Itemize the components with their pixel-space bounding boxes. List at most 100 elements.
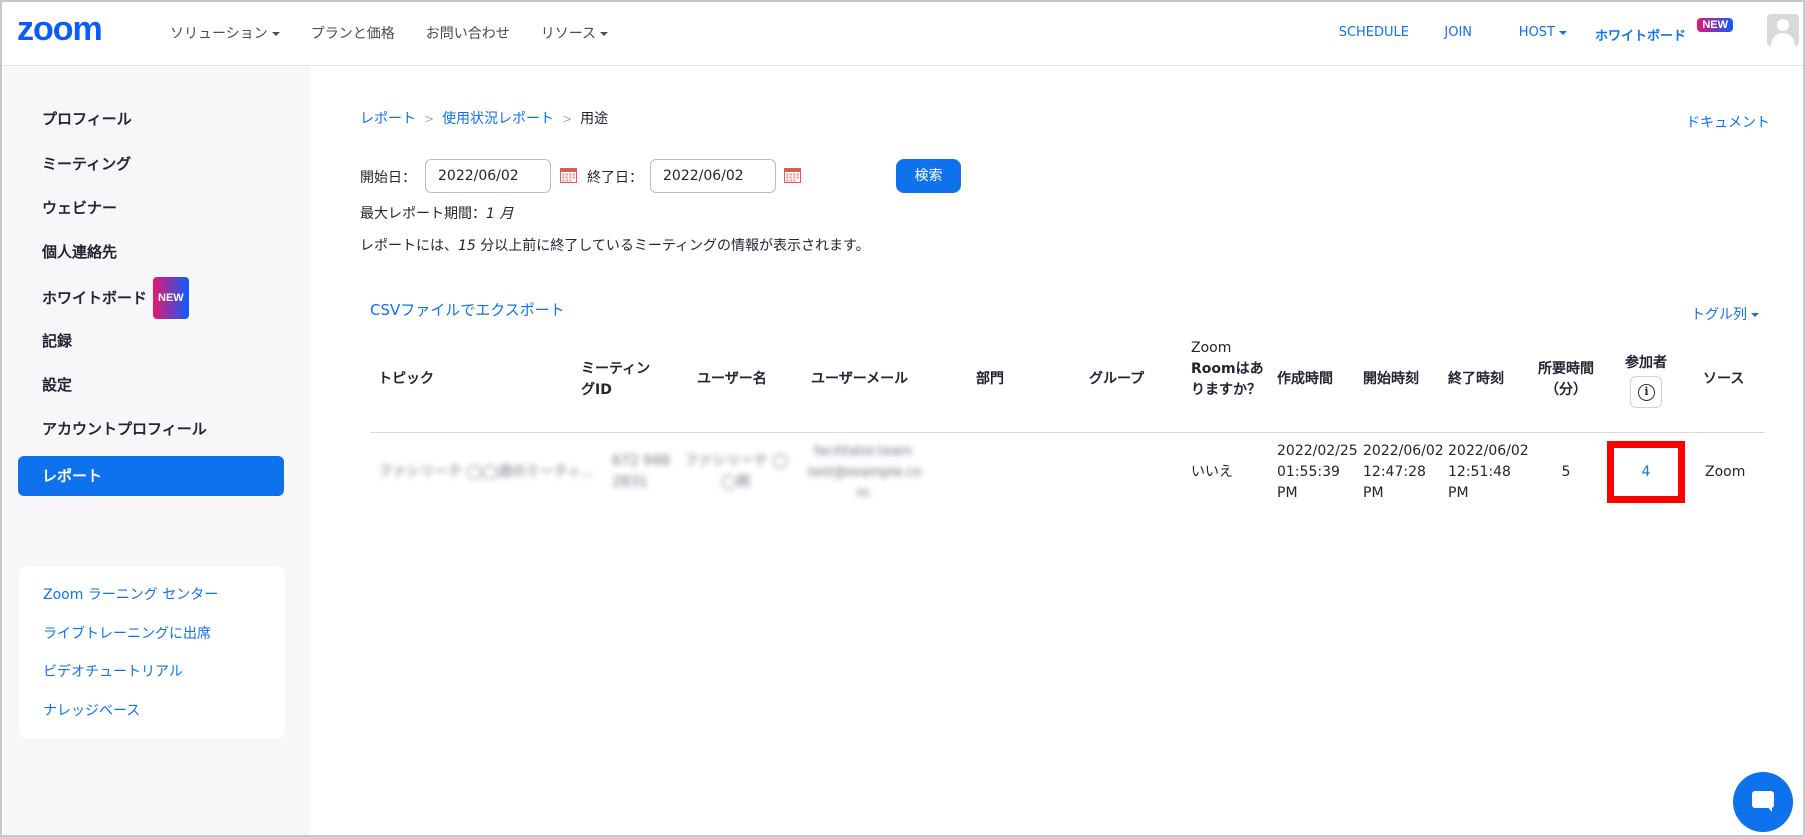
chevron-down-icon bbox=[271, 32, 280, 36]
breadcrumb-reports[interactable]: レポート bbox=[360, 111, 416, 127]
sidebar-item-meetings[interactable]: ミーティング bbox=[18, 144, 284, 184]
whiteboard-link[interactable]: ホワイトボード bbox=[1595, 25, 1686, 44]
sidebar-item-contacts[interactable]: 個人連絡先 bbox=[18, 232, 284, 272]
toggle-columns-label: トグル列 bbox=[1691, 307, 1747, 323]
max-period-note: 最大レポート期間：1 月 bbox=[360, 203, 513, 223]
col-header-meeting-id-line2: グID bbox=[581, 382, 612, 398]
chevron-down-icon bbox=[600, 32, 609, 36]
col-header-end[interactable]: 終了時刻 bbox=[1448, 369, 1504, 390]
avatar[interactable] bbox=[1767, 14, 1799, 46]
host-menu[interactable]: HOST bbox=[1519, 25, 1567, 40]
calendar-icon[interactable] bbox=[784, 168, 801, 183]
report-info-pre: レポートには、 bbox=[360, 238, 458, 254]
nav-resources[interactable]: リソース bbox=[540, 23, 609, 43]
col-header-source[interactable]: ソース bbox=[1703, 369, 1744, 390]
breadcrumb-current: 用途 bbox=[580, 111, 609, 127]
cell-topic[interactable]: ファシリーテ ◯◯週のミーティ... bbox=[378, 462, 594, 483]
cell-duration: 5 bbox=[1561, 464, 1571, 480]
chat-button[interactable] bbox=[1733, 772, 1793, 832]
col-header-created[interactable]: 作成時間 bbox=[1277, 369, 1333, 390]
cell-end-time: 12:51:48 bbox=[1448, 464, 1511, 480]
chat-bubble-tail bbox=[1766, 805, 1772, 812]
sidebar-item-recordings[interactable]: 記録 bbox=[18, 321, 284, 361]
cell-start-time: 12:47:28 bbox=[1363, 464, 1426, 480]
col-header-department[interactable]: 部門 bbox=[976, 369, 1004, 390]
top-header: zoom ソリューション プランと価格 お問い合わせ リソース SCHEDULE… bbox=[2, 2, 1803, 66]
report-info-note: レポートには、15 分以上前に終了しているミーティングの情報が表示されます。 bbox=[360, 235, 870, 255]
new-badge: NEW bbox=[1697, 18, 1733, 32]
start-date-input[interactable]: 2022/06/02 bbox=[425, 159, 551, 193]
sidebar-item-settings[interactable]: 設定 bbox=[18, 365, 284, 405]
cell-meeting-id-line1: 672 948 bbox=[612, 453, 670, 469]
cell-start-ampm: PM bbox=[1363, 485, 1384, 501]
avatar-head bbox=[1777, 19, 1789, 31]
nav-resources-label: リソース bbox=[540, 26, 597, 42]
sidebar-item-account-profile[interactable]: アカウントプロフィール bbox=[18, 409, 284, 449]
col-header-user-name[interactable]: ユーザー名 bbox=[697, 369, 767, 390]
cell-start-date: 2022/06/02 bbox=[1363, 443, 1444, 459]
col-header-duration-line1: 所要時間 bbox=[1538, 361, 1594, 377]
cell-created-ampm: PM bbox=[1277, 485, 1298, 501]
end-date-input[interactable]: 2022/06/02 bbox=[650, 159, 776, 193]
join-link[interactable]: JOIN bbox=[1444, 25, 1472, 40]
max-period-value: 1 月 bbox=[486, 206, 514, 222]
cell-user-name: ファシリーテ ◯ ◯郎 bbox=[681, 451, 791, 493]
cell-zoom-room: いいえ bbox=[1191, 464, 1233, 480]
sidebar-item-webinars[interactable]: ウェビナー bbox=[18, 188, 284, 228]
cell-user-email: facilitator.team test@example.co m bbox=[808, 441, 922, 504]
live-training-link[interactable]: ライブトレーニングに出席 bbox=[43, 623, 211, 643]
documentation-link[interactable]: ドキュメント bbox=[1686, 112, 1770, 132]
csv-export-link[interactable]: CSVファイルでエクスポート bbox=[370, 299, 565, 320]
cell-user-name-line1: ファシリーテ ◯ bbox=[683, 453, 789, 469]
calendar-icon[interactable] bbox=[560, 168, 577, 183]
cell-start: 2022/06/02 12:47:28 PM bbox=[1363, 441, 1444, 504]
sidebar-item-whiteboard[interactable]: ホワイトボード NEW bbox=[18, 277, 284, 319]
cell-end-date: 2022/06/02 bbox=[1448, 443, 1529, 459]
col-header-group[interactable]: グループ bbox=[1089, 369, 1144, 390]
nav-contact[interactable]: お問い合わせ bbox=[426, 23, 510, 43]
chevron-down-icon bbox=[1559, 30, 1567, 35]
col-header-user-email[interactable]: ユーザーメール bbox=[811, 369, 908, 390]
chevron-down-icon bbox=[1751, 313, 1759, 317]
toggle-columns-menu[interactable]: トグル列 bbox=[1691, 304, 1759, 324]
col-header-duration-line2: （分） bbox=[1545, 382, 1587, 398]
cell-end-ampm: PM bbox=[1448, 485, 1469, 501]
host-label: HOST bbox=[1518, 25, 1555, 40]
cell-created-date: 2022/02/25 bbox=[1277, 443, 1358, 459]
avatar-body bbox=[1771, 33, 1795, 46]
col-header-participants[interactable]: 参加者 bbox=[1616, 353, 1676, 374]
cell-created: 2022/02/25 01:55:39 PM bbox=[1277, 441, 1358, 504]
start-date-label: 開始日： bbox=[360, 170, 416, 186]
col-header-zoom-room-line3: りますか？ bbox=[1191, 382, 1261, 398]
highlight-box bbox=[1607, 441, 1685, 503]
col-header-zoom-room-line1: Zoom bbox=[1191, 340, 1232, 356]
nav-solutions[interactable]: ソリューション bbox=[170, 23, 280, 43]
sidebar-item-whiteboard-label: ホワイトボード bbox=[42, 289, 148, 307]
info-icon[interactable]: i bbox=[1630, 376, 1662, 408]
breadcrumb-separator: > bbox=[562, 112, 573, 126]
video-tutorials-link[interactable]: ビデオチュートリアル bbox=[43, 661, 183, 681]
learning-center-link[interactable]: Zoom ラーニング センター bbox=[43, 584, 218, 604]
col-header-start[interactable]: 開始時刻 bbox=[1363, 369, 1419, 390]
sidebar-item-reports[interactable]: レポート bbox=[18, 456, 284, 496]
schedule-link[interactable]: SCHEDULE bbox=[1339, 25, 1409, 40]
col-header-meeting-id[interactable]: ミーティン グID bbox=[581, 359, 650, 401]
col-header-duration[interactable]: 所要時間 （分） bbox=[1532, 359, 1600, 401]
col-header-meeting-id-line1: ミーティン bbox=[581, 361, 651, 377]
col-header-topic[interactable]: トピック bbox=[378, 369, 434, 390]
zoom-logo[interactable]: zoom bbox=[17, 10, 103, 49]
cell-end: 2022/06/02 12:51:48 PM bbox=[1448, 441, 1529, 504]
nav-plans[interactable]: プランと価格 bbox=[311, 23, 395, 43]
cell-user-name-line2: ◯郎 bbox=[721, 474, 751, 490]
knowledge-base-link[interactable]: ナレッジベース bbox=[43, 700, 140, 720]
search-button[interactable]: 検索 bbox=[896, 159, 961, 193]
sidebar-item-profile[interactable]: プロフィール bbox=[18, 99, 284, 139]
info-circle: i bbox=[1638, 384, 1655, 401]
help-box: Zoom ラーニング センター ライブトレーニングに出席 ビデオチュートリアル … bbox=[19, 567, 285, 739]
breadcrumb-separator: > bbox=[424, 112, 435, 126]
table-divider bbox=[370, 432, 1765, 433]
report-info-number: 15 bbox=[458, 238, 476, 254]
col-header-zoom-room[interactable]: Zoom Roomはあ りますか？ bbox=[1191, 338, 1265, 401]
cell-user-email-line2: test@example.co bbox=[808, 465, 922, 480]
breadcrumb-usage-reports[interactable]: 使用状況レポート bbox=[442, 111, 554, 127]
